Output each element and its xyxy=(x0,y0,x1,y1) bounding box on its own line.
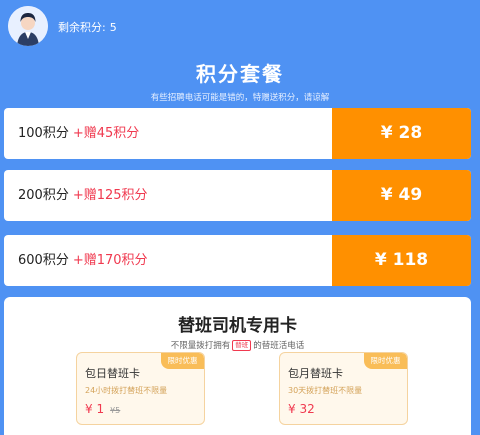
card-original-price: ¥5 xyxy=(110,406,121,415)
daily-card[interactable]: 限时优惠 包日替班卡 24小时拨打替班不限量 ¥ 1 ¥5 xyxy=(76,352,205,425)
limited-offer-badge: 限时优惠 xyxy=(364,353,407,369)
card-current-price: ¥ 32 xyxy=(288,402,315,416)
package-points: 600积分 xyxy=(18,253,69,268)
package-label: 600积分 +赠170积分 xyxy=(18,235,148,286)
card-current-price: ¥ 1 xyxy=(85,402,105,416)
desc-text-pre: 不限量拨打拥有 xyxy=(170,341,231,351)
points-label: 剩余积分: xyxy=(58,21,106,34)
points-package-screen: 剩余积分: 5 积分套餐 有些招聘电话可能是错的，特赠送积分，请谅解 100积分 +… xyxy=(0,0,480,435)
driver-card-section: 替班司机专用卡 不限量拨打拥有 替班 的替班活电话 限时优惠 包日替班卡 24小时拨… xyxy=(4,297,471,435)
card-description: 24小时拨打替班不限量 xyxy=(85,386,168,395)
package-row-600[interactable]: 600积分 +赠170积分 ¥ 118 xyxy=(4,235,471,286)
driver-card-title: 替班司机专用卡 xyxy=(178,316,297,336)
monthly-card[interactable]: 限时优惠 包月替班卡 30天拨打替班不限量 ¥ 32 xyxy=(279,352,408,425)
driver-card-description: 不限量拨打拥有 替班 的替班活电话 xyxy=(4,339,471,351)
card-name: 包日替班卡 xyxy=(85,367,140,380)
remaining-points: 剩余积分: 5 xyxy=(58,19,117,35)
package-points: 200积分 xyxy=(18,188,69,203)
package-price-button[interactable]: ¥ 49 xyxy=(332,170,471,221)
package-label: 100积分 +赠45积分 xyxy=(18,108,139,159)
card-name: 包月替班卡 xyxy=(288,367,343,380)
package-bonus: +赠125积分 xyxy=(72,188,148,203)
card-price: ¥ 32 xyxy=(288,402,315,416)
page-title: 积分套餐 xyxy=(196,62,284,86)
page-subtitle: 有些招聘电话可能是错的，特赠送积分，请谅解 xyxy=(150,93,330,103)
package-label: 200积分 +赠125积分 xyxy=(18,170,148,221)
package-row-100[interactable]: 100积分 +赠45积分 ¥ 28 xyxy=(4,108,471,159)
package-row-200[interactable]: 200积分 +赠125积分 ¥ 49 xyxy=(4,170,471,221)
avatar[interactable] xyxy=(8,6,48,46)
package-price-button[interactable]: ¥ 118 xyxy=(332,235,471,286)
package-points: 100积分 xyxy=(18,126,69,141)
points-value: 5 xyxy=(109,21,117,34)
top-bar: 剩余积分: 5 xyxy=(0,0,480,52)
card-price: ¥ 1 ¥5 xyxy=(85,402,120,416)
card-description: 30天拨打替班不限量 xyxy=(288,386,363,395)
limited-offer-badge: 限时优惠 xyxy=(161,353,204,369)
package-bonus: +赠170积分 xyxy=(72,253,148,268)
tiban-tag: 替班 xyxy=(232,340,252,351)
package-bonus: +赠45积分 xyxy=(72,126,140,141)
package-price-button[interactable]: ¥ 28 xyxy=(332,108,471,159)
desc-text-post: 的替班活电话 xyxy=(253,341,305,351)
user-avatar-icon xyxy=(8,6,48,46)
